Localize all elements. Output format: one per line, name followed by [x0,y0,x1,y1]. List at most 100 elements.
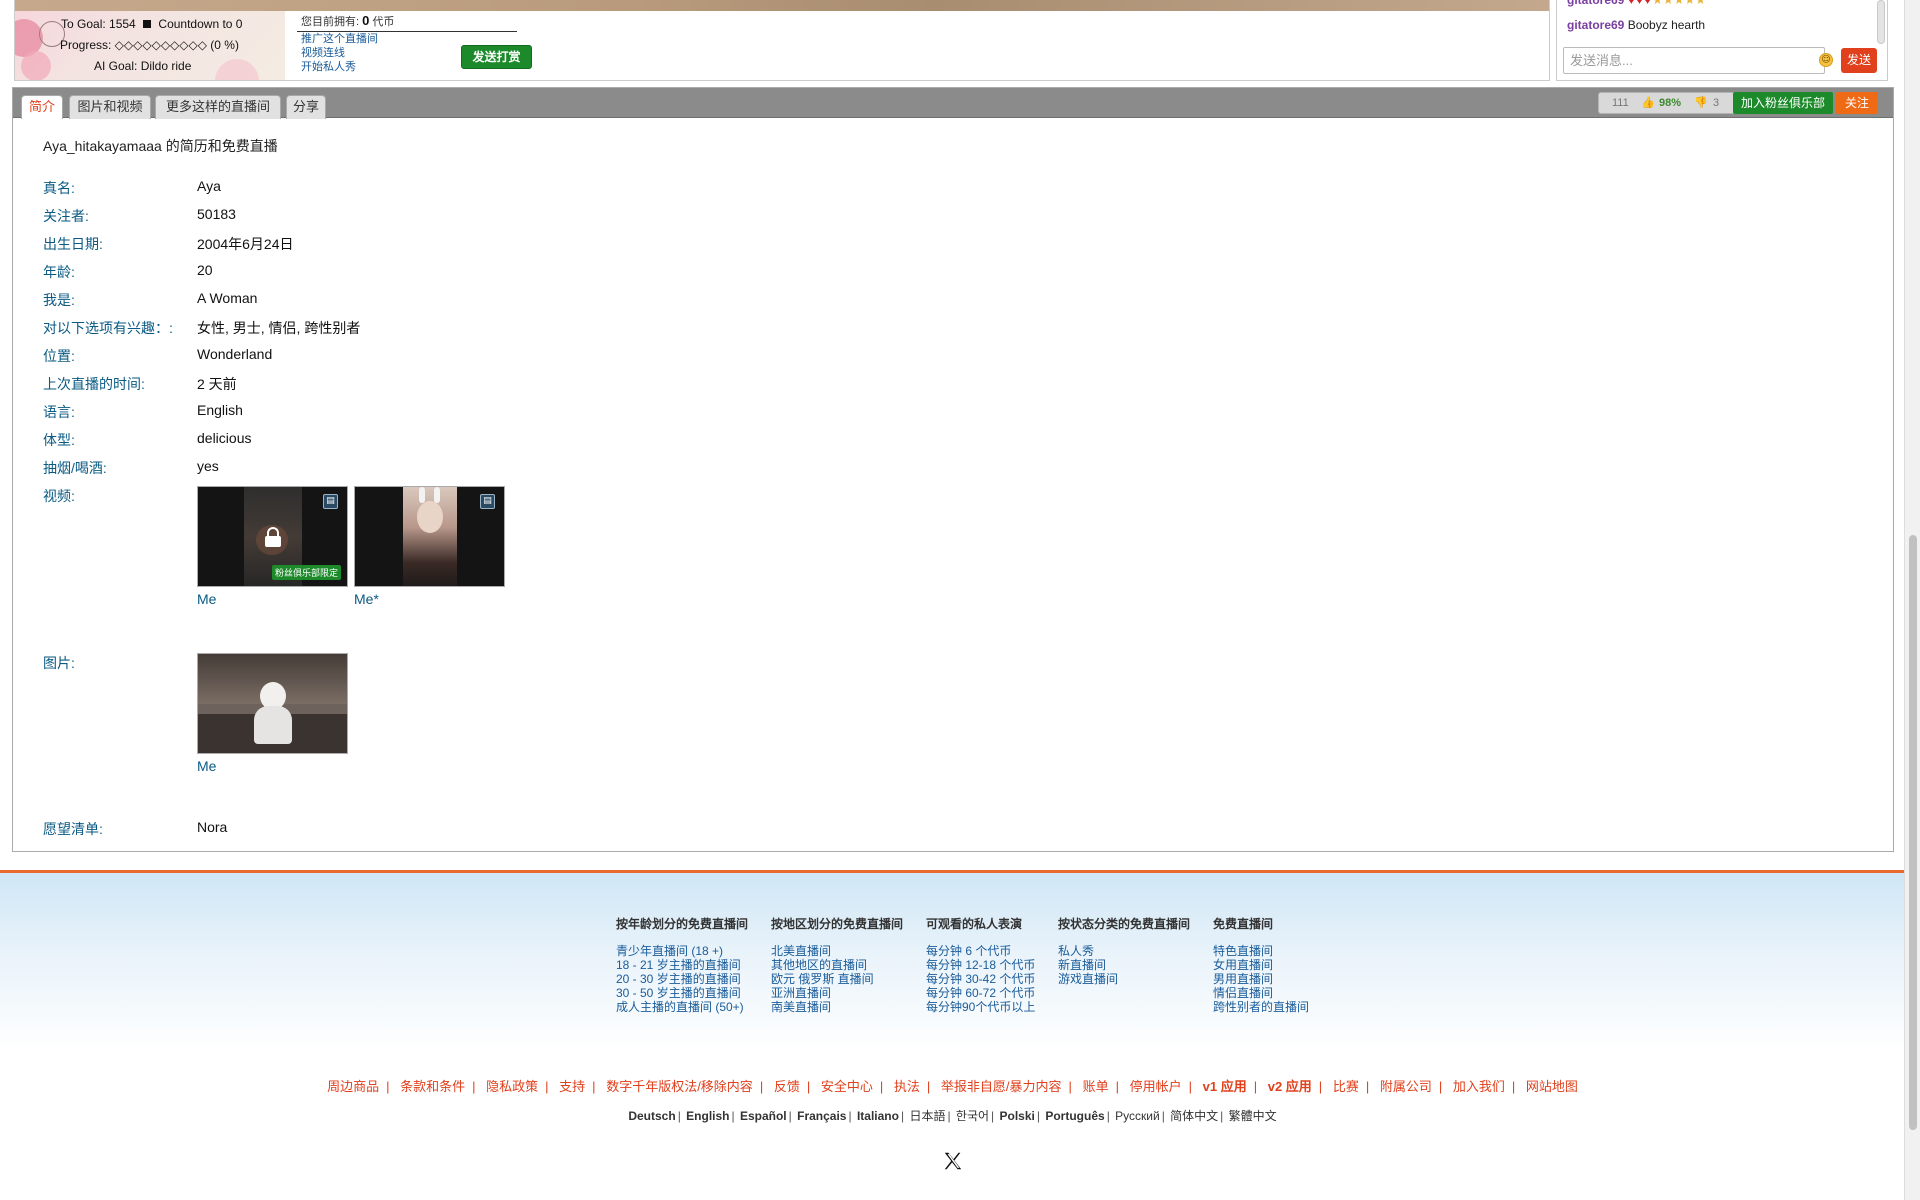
bio-value-age: 20 [197,262,213,278]
language-link[interactable]: Italiano [857,1109,899,1123]
legal-link-dmca[interactable]: 数字千年版权法/移除内容 [606,1079,753,1094]
footer-column-title: 按地区划分的免费直播间 [771,917,904,931]
legal-link-v1-app[interactable]: v1 应用 [1203,1079,1247,1094]
footer-link[interactable]: 每分钟 12-18 个代币 [926,958,1035,972]
broadcast-info-panel: To Goal: 1554 Countdown to 0 Progress: ◇… [14,0,1550,81]
bio-label-videos: 视频: [43,488,75,504]
follow-button[interactable]: 关注 [1836,92,1878,114]
footer-link[interactable]: 20 - 30 岁主播的直播间 [616,972,748,986]
bio-value-interested-in: 女性, 男士, 情侣, 跨性别者 [197,320,361,336]
photo-thumbnail[interactable] [197,653,348,754]
footer-link[interactable]: 特色直播间 [1213,944,1309,958]
footer-link[interactable]: 30 - 50 岁主播的直播间 [616,986,748,1000]
footer-link[interactable]: 女用直播间 [1213,958,1309,972]
legal-link-sitemap[interactable]: 网站地图 [1526,1079,1578,1094]
legal-link-contest[interactable]: 比赛 [1333,1079,1359,1094]
language-link[interactable]: Русский [1115,1109,1160,1123]
language-link[interactable]: 简体中文 [1170,1109,1218,1123]
footer-link[interactable]: 跨性别者的直播间 [1213,1000,1309,1014]
page-scroll-thumb[interactable] [1909,535,1917,1130]
footer-link[interactable]: 成人主播的直播间 (50+) [616,1000,748,1014]
heart-icons: ♥♥♥ [1627,0,1653,7]
bio-value-language: English [197,402,243,418]
bio-value-wishlist: Nora [197,819,228,835]
send-tip-button[interactable]: 发送打赏 [461,45,532,69]
bio-value-followers: 50183 [197,206,236,222]
thumbs-up-icon[interactable]: 👍 [1641,93,1655,113]
goal-progress: Progress: ◇◇◇◇◇◇◇◇◇◇ (0 %) [60,38,239,52]
video-player[interactable] [15,0,1549,11]
language-link[interactable]: Polski [1000,1109,1035,1123]
footer-link[interactable]: 情侣直播间 [1213,986,1309,1000]
bunny-ear-decoration [434,487,440,503]
video-thumbnail[interactable]: ▤ [354,486,505,587]
footer-link[interactable]: 欧元 俄罗斯 直播间 [771,972,903,986]
footer-column-title: 按状态分类的免费直播间 [1058,917,1191,931]
token-balance: 您目前拥有: 0 代币 [297,11,517,32]
legal-link-merch[interactable]: 周边商品 [327,1079,379,1094]
bio-value-last-broadcast: 2 天前 [197,376,237,392]
footer-link[interactable]: 青少年直播间 (18 +) [616,944,748,958]
language-link[interactable]: Español [740,1109,787,1123]
legal-link-terms[interactable]: 条款和条件 [400,1079,465,1094]
footer-link[interactable]: 其他地区的直播间 [771,958,903,972]
footer-link[interactable]: 新直播间 [1058,958,1190,972]
emoji-icon[interactable]: ☺ [1819,53,1833,67]
legal-link-support[interactable]: 支持 [559,1079,585,1094]
footer-link[interactable]: 亚洲直播间 [771,986,903,1000]
language-link[interactable]: English [686,1109,729,1123]
legal-link-v2-app[interactable]: v2 应用 [1268,1079,1312,1094]
join-fanclub-button[interactable]: 加入粉丝俱乐部 [1733,92,1833,114]
thumbs-down-icon[interactable]: 👎 [1694,93,1708,113]
profile-panel: 简介 图片和视频 更多这样的直播间 分享 111 👍 98% 👎 3 加入粉丝俱… [12,87,1894,852]
legal-link-law-enforcement[interactable]: 执法 [894,1079,920,1094]
page-scrollbar[interactable] [1904,0,1920,1200]
chat-message-input[interactable]: 发送消息... [1563,47,1825,74]
x-social-icon[interactable] [942,1150,964,1172]
tab-photos-videos[interactable]: 图片和视频 [69,95,151,119]
footer-link[interactable]: 每分钟 6 个代币 [926,944,1035,958]
photo-figure-body [254,706,292,744]
language-link[interactable]: 繁體中文 [1229,1109,1277,1123]
legal-links: 周边商品 | 条款和条件 | 隐私政策 | 支持 | 数字千年版权法/移除内容 | 反馈 |… [327,1079,1578,1094]
footer-link[interactable]: 18 - 21 岁主播的直播间 [616,958,748,972]
language-link[interactable]: 한국어 [956,1109,989,1123]
chat-send-button[interactable]: 发送 [1841,48,1877,73]
footer-link[interactable]: 每分钟 30-42 个代币 [926,972,1035,986]
footer-column-region: 按地区划分的免费直播间 北美直播间 其他地区的直播间 欧元 俄罗斯 直播间 亚洲… [771,915,903,1014]
legal-link-billing[interactable]: 账单 [1083,1079,1109,1094]
footer-column-free: 免费直播间 特色直播间 女用直播间 男用直播间 情侣直播间 跨性别者的直播间 [1213,915,1309,1014]
footer-link[interactable]: 北美直播间 [771,944,903,958]
footer-link[interactable]: 游戏直播间 [1058,972,1190,986]
video-caption-link[interactable]: Me* [354,591,379,607]
bio-label-age: 年龄: [43,264,75,280]
language-link[interactable]: 日本語 [909,1109,945,1123]
tab-more-rooms[interactable]: 更多这样的直播间 [155,95,281,119]
legal-link-disable-account[interactable]: 停用帐户 [1130,1079,1182,1094]
video-caption-link[interactable]: Me [197,591,216,607]
language-link[interactable]: Français [797,1109,846,1123]
video-thumbnail[interactable]: ▤ 粉丝俱乐部限定 [197,486,348,587]
bunny-ear-decoration [419,487,425,503]
chat-panel: gitatore69 ♥♥♥★★★★★ gitatore69 Boobyz he… [1556,0,1888,81]
legal-link-affiliates[interactable]: 附属公司 [1380,1079,1432,1094]
tab-share[interactable]: 分享 [286,95,326,119]
photo-caption-link[interactable]: Me [197,758,216,774]
language-link[interactable]: Português [1045,1109,1104,1123]
footer-link[interactable]: 南美直播间 [771,1000,903,1014]
footer-link[interactable]: 男用直播间 [1213,972,1309,986]
legal-link-jobs[interactable]: 加入我们 [1453,1079,1505,1094]
legal-link-privacy[interactable]: 隐私政策 [486,1079,538,1094]
footer-link[interactable]: 私人秀 [1058,944,1190,958]
footer-link[interactable]: 每分钟90个代币以上 [926,1000,1035,1014]
chat-scrollbar[interactable] [1877,0,1885,44]
promote-room-link[interactable]: 推广这个直播间 [297,32,517,46]
goal-text: To Goal: 1554 Countdown to 0 [61,17,243,31]
footer-link[interactable]: 每分钟 60-72 个代币 [926,986,1035,1000]
language-link[interactable]: Deutsch [628,1109,675,1123]
tab-bio[interactable]: 简介 [21,95,63,119]
legal-link-feedback[interactable]: 反馈 [774,1079,800,1094]
bio-title: Aya_hitakayamaaa 的简历和免费直播 [43,138,278,154]
legal-link-safety[interactable]: 安全中心 [821,1079,873,1094]
legal-link-report[interactable]: 举报非自愿/暴力内容 [941,1079,1062,1094]
